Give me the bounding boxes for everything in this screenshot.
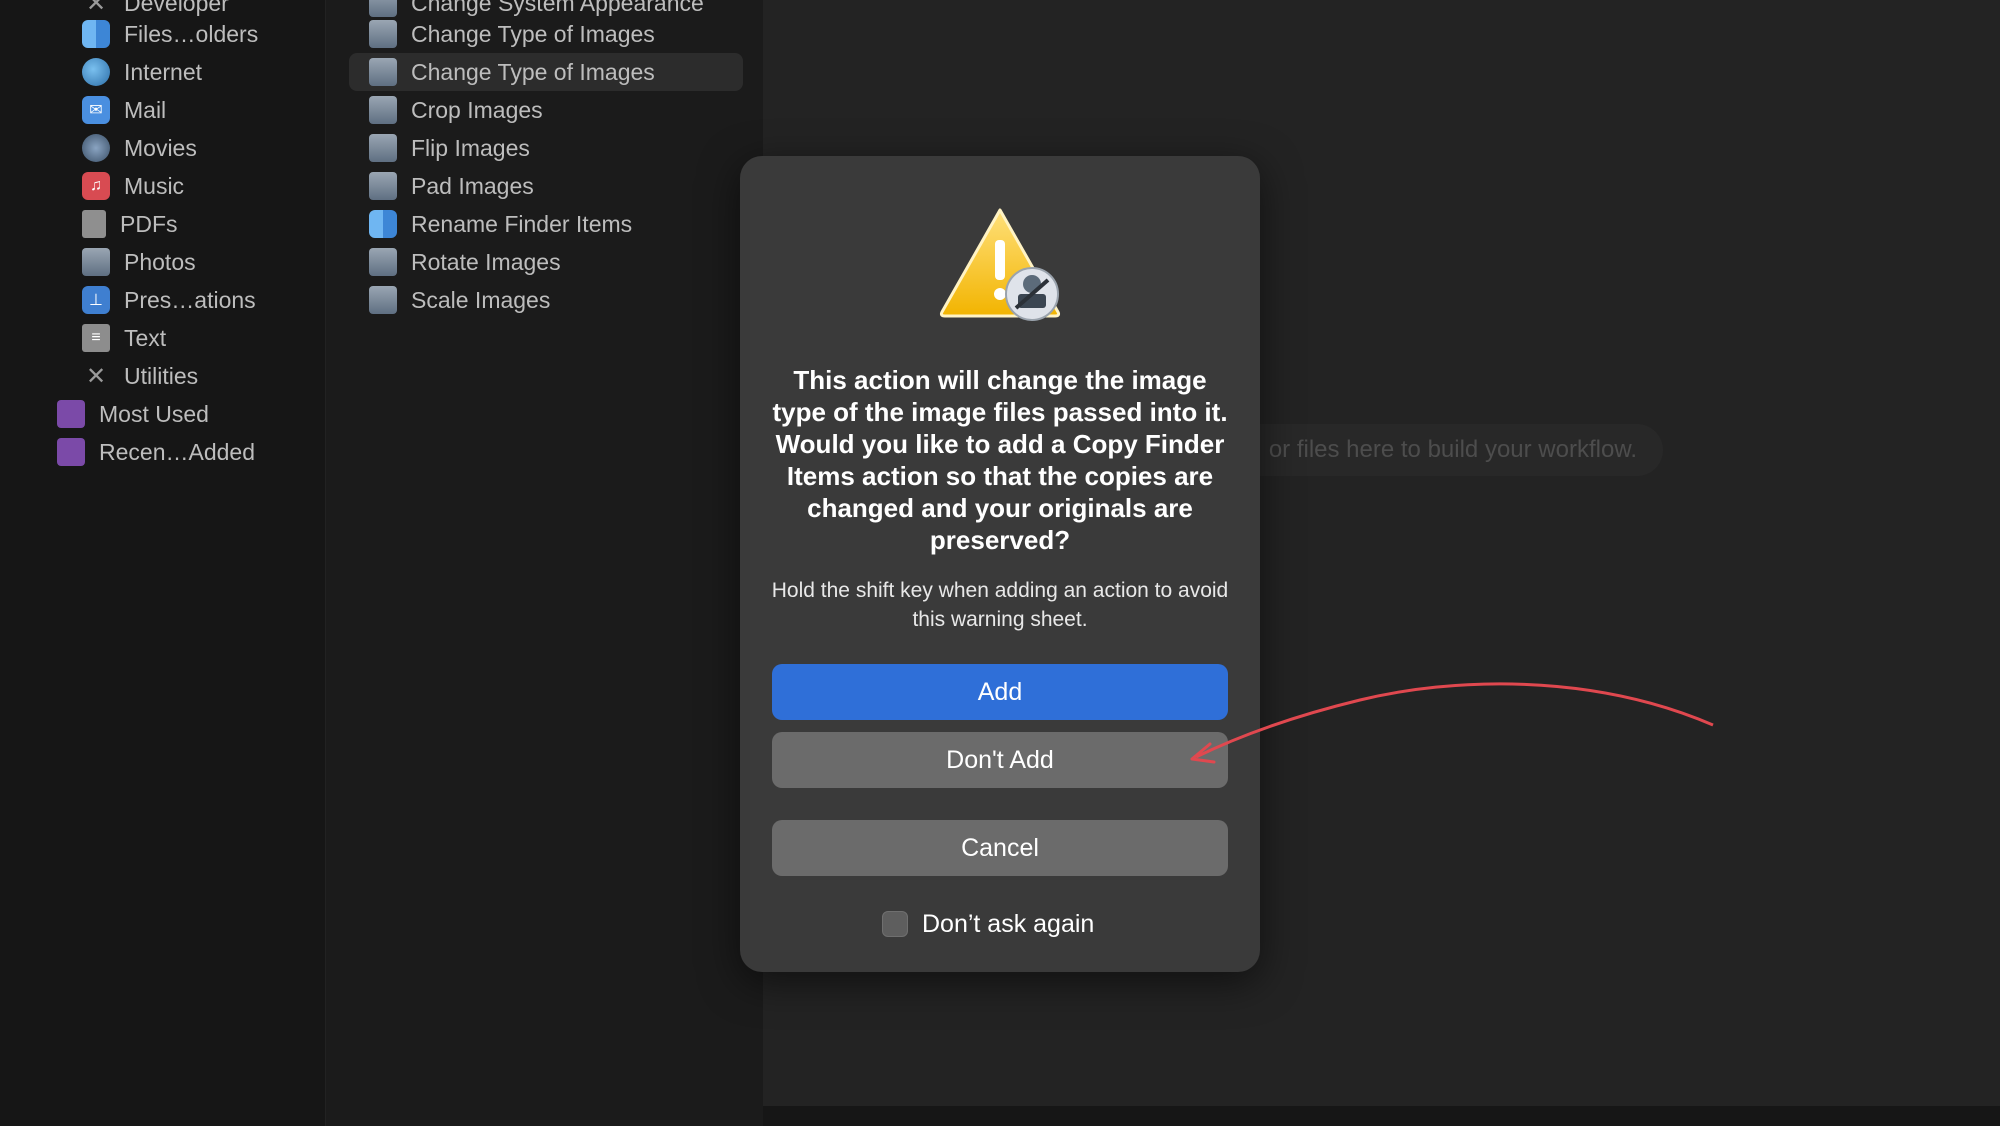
cancel-button[interactable]: Cancel: [772, 820, 1228, 876]
music-note-icon: ♫: [82, 172, 110, 200]
library-item-pdfs[interactable]: PDFs: [82, 205, 178, 243]
dialog-message: This action will change the image type o…: [772, 365, 1228, 555]
pdf-document-icon: [82, 210, 106, 238]
dont-ask-again-checkbox[interactable]: [882, 911, 908, 937]
action-item-label: Rename Finder Items: [411, 210, 633, 237]
library-item-presentations[interactable]: ⊥ Pres…ations: [82, 281, 256, 319]
library-item-utilities[interactable]: ✕ Utilities: [82, 357, 198, 395]
action-item-selected[interactable]: Change Type of Images: [349, 53, 743, 91]
text-document-icon: ≡: [82, 324, 110, 352]
library-item-label: Mail: [124, 96, 167, 123]
action-item-label: Change Type of Images: [411, 20, 655, 47]
dont-add-button[interactable]: Don't Add: [772, 732, 1228, 788]
library-item-label: Movies: [124, 134, 197, 161]
finder-icon: [82, 20, 110, 48]
preview-image-icon: [369, 172, 397, 200]
action-item-label: Change Type of Images: [411, 58, 655, 85]
action-item-label: Scale Images: [411, 286, 551, 313]
image-type-icon: [369, 20, 397, 48]
action-item[interactable]: Rename Finder Items: [349, 205, 743, 243]
library-item-label: Most Used: [99, 400, 209, 427]
library-item-label: Internet: [124, 58, 202, 85]
library-item-label: Files…olders: [124, 20, 259, 47]
preview-image-icon: [369, 286, 397, 314]
action-item[interactable]: Pad Images: [349, 167, 743, 205]
smart-folder-icon: [57, 400, 85, 428]
library-item-label: Pres…ations: [124, 286, 256, 313]
warning-dialog: This action will change the image type o…: [740, 156, 1260, 972]
library-item-text[interactable]: ≡ Text: [82, 319, 166, 357]
presentation-icon: ⊥: [82, 286, 110, 314]
library-item-label: Text: [124, 324, 167, 351]
dialog-hint-text: Hold the shift key when adding an action…: [771, 579, 1229, 631]
action-item[interactable]: Crop Images: [349, 91, 743, 129]
preview-image-icon: [369, 248, 397, 276]
workflow-log-bar: [763, 1106, 2000, 1126]
library-item-internet[interactable]: Internet: [82, 53, 202, 91]
action-item[interactable]: Change Type of Images: [349, 15, 743, 53]
library-item-movies[interactable]: Movies: [82, 129, 197, 167]
library-item-label: PDFs: [120, 210, 178, 237]
action-list: Change System Appearance Change Type of …: [325, 0, 764, 1126]
action-item-label: Crop Images: [411, 96, 543, 123]
preview-image-icon: [369, 58, 397, 86]
photos-icon: [82, 248, 110, 276]
dont-ask-again-option[interactable]: Don’t ask again: [882, 908, 1094, 940]
action-item[interactable]: Flip Images: [349, 129, 743, 167]
globe-icon: [82, 58, 110, 86]
smart-folder-icon: [57, 438, 85, 466]
library-item-label: Music: [124, 172, 185, 199]
library-item-photos[interactable]: Photos: [82, 243, 196, 281]
action-item[interactable]: Scale Images: [349, 281, 743, 319]
action-item-label: Flip Images: [411, 134, 530, 161]
finder-icon: [369, 210, 397, 238]
action-item-label: Rotate Images: [411, 248, 561, 275]
action-item-label: Pad Images: [411, 172, 534, 199]
movies-icon: [82, 134, 110, 162]
warning-triangle-automator-icon: [939, 208, 1061, 321]
library-sidebar: ✕ Developer Files…olders Internet ✉ Mail…: [0, 0, 325, 1126]
library-item-label: Recen…Added: [99, 438, 255, 465]
library-item-label: Utilities: [124, 362, 199, 389]
action-item[interactable]: Rotate Images: [349, 243, 743, 281]
library-item-label: Photos: [124, 248, 196, 275]
library-item-music[interactable]: ♫ Music: [82, 167, 184, 205]
library-item-mail[interactable]: ✉ Mail: [82, 91, 166, 129]
preview-image-icon: [369, 96, 397, 124]
utilities-tools-icon: ✕: [85, 362, 107, 390]
library-item-most-used[interactable]: Most Used: [57, 395, 209, 433]
library-item-recently-added[interactable]: Recen…Added: [57, 433, 255, 471]
preview-image-icon: [369, 134, 397, 162]
mail-icon: ✉: [82, 96, 110, 124]
library-item-files-folders[interactable]: Files…olders: [82, 15, 258, 53]
dont-ask-again-label: Don’t ask again: [922, 909, 1095, 938]
add-button[interactable]: Add: [772, 664, 1228, 720]
